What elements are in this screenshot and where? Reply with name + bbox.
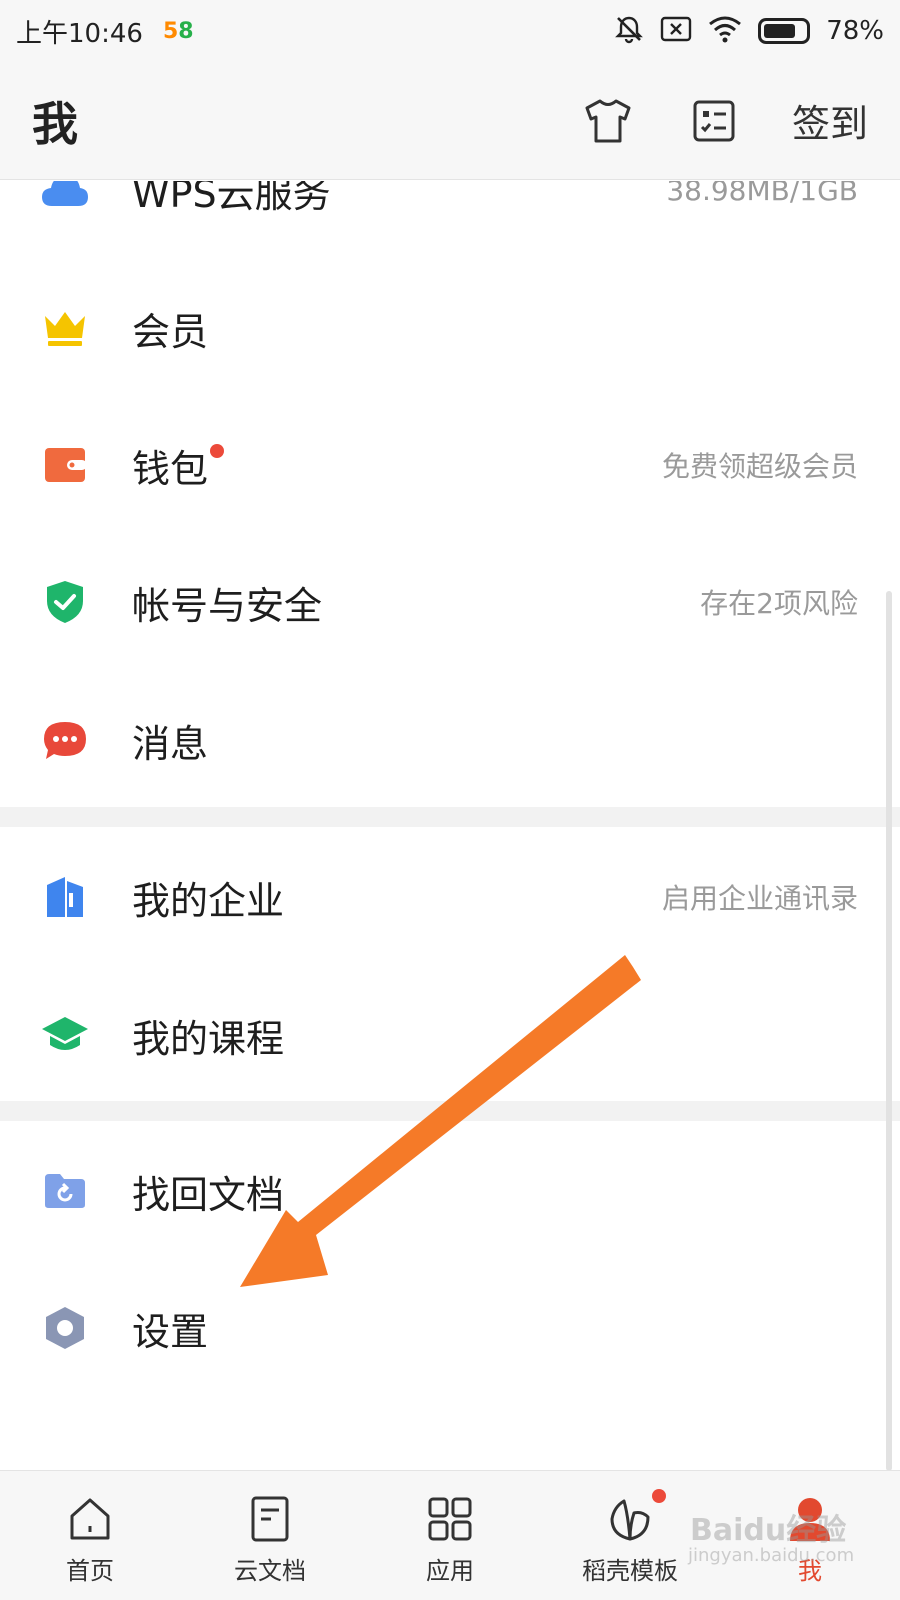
menu-item-enterprise[interactable]: 我的企业 启用企业通讯录: [0, 842, 900, 952]
message-icon: [40, 715, 90, 765]
section-divider: [0, 807, 900, 827]
tab-label: 云文档: [234, 1557, 306, 1585]
menu-item-membership[interactable]: 会员: [0, 273, 900, 383]
battery-percent: 78%: [826, 16, 884, 46]
wallet-promo-text: 免费领超级会员: [661, 450, 858, 483]
menu-item-courses[interactable]: 我的课程: [0, 980, 900, 1090]
tab-apps[interactable]: 应用: [360, 1471, 540, 1600]
status-bar: 上午10:46 58 78%: [0, 0, 900, 62]
menu-item-wallet[interactable]: 钱包 免费领超级会员: [0, 410, 900, 520]
menu-item-label: 帐号与安全: [132, 583, 323, 628]
tab-label: 首页: [66, 1557, 114, 1585]
security-risk-text: 存在2项风险: [700, 587, 858, 620]
checklist-icon[interactable]: [686, 93, 742, 149]
templates-notification-dot: [652, 1489, 666, 1503]
wallet-notification-dot: [210, 444, 224, 458]
enterprise-hint-text: 启用企业通讯录: [661, 882, 858, 915]
settings-icon: [40, 1303, 90, 1353]
cloud-storage-usage: 38.98MB/1GB: [666, 181, 858, 207]
bell-mute-icon: [614, 14, 644, 48]
page-title: 我: [32, 96, 78, 151]
cloud-doc-icon: [242, 1491, 298, 1547]
recover-folder-icon: [40, 1166, 90, 1216]
menu-item-label: 设置: [132, 1309, 209, 1354]
menu-item-label: 我的课程: [132, 1016, 285, 1061]
menu-item-label: 消息: [132, 721, 209, 766]
menu-item-cloud-service[interactable]: WPS云服务 38.98MB/1GB: [0, 181, 900, 245]
menu-item-label: 会员: [132, 309, 209, 354]
sim-disabled-icon: [660, 16, 692, 46]
menu-item-label: 我的企业: [132, 878, 285, 923]
scrollbar[interactable]: [886, 591, 892, 1470]
menu-item-label: 钱包: [132, 446, 209, 491]
leaf-icon: [602, 1489, 666, 1547]
status-time: 上午10:46: [16, 18, 143, 49]
home-icon: [62, 1491, 118, 1547]
cloud-icon: [40, 181, 90, 215]
section-divider: [0, 1101, 900, 1121]
watermark-logo: Baidu经验: [690, 1513, 847, 1548]
course-icon: [40, 1010, 90, 1060]
menu-item-account-security[interactable]: 帐号与安全 存在2项风险: [0, 547, 900, 657]
profile-menu: WPS云服务 38.98MB/1GB 会员 钱包 免费领超级会员 帐号与安全 存…: [0, 181, 900, 1470]
enterprise-icon: [40, 872, 90, 922]
crown-icon: [40, 303, 90, 353]
wallet-icon: [40, 440, 90, 490]
tab-label: 稻壳模板: [582, 1557, 678, 1585]
status-icons: 78%: [614, 14, 884, 48]
menu-item-settings[interactable]: 设置: [0, 1273, 900, 1383]
tab-label: 应用: [426, 1557, 474, 1585]
watermark-url: jingyan.baidu.com: [688, 1545, 855, 1566]
wifi-icon: [708, 15, 742, 47]
top-app-bar: 我 签到: [0, 62, 900, 180]
shield-icon: [40, 577, 90, 627]
app-notification-icon: 58: [162, 18, 194, 44]
battery-icon: [758, 18, 811, 44]
menu-item-recover-documents[interactable]: 找回文档: [0, 1136, 900, 1246]
menu-item-label: WPS云服务: [132, 181, 331, 216]
menu-item-messages[interactable]: 消息: [0, 685, 900, 795]
apps-grid-icon: [422, 1491, 478, 1547]
tab-home[interactable]: 首页: [0, 1471, 180, 1600]
checkin-button[interactable]: 签到: [792, 93, 868, 148]
tshirt-icon[interactable]: [580, 93, 636, 149]
menu-item-label: 找回文档: [132, 1172, 285, 1217]
tab-cloud-docs[interactable]: 云文档: [180, 1471, 360, 1600]
header-actions: 签到: [580, 93, 868, 149]
